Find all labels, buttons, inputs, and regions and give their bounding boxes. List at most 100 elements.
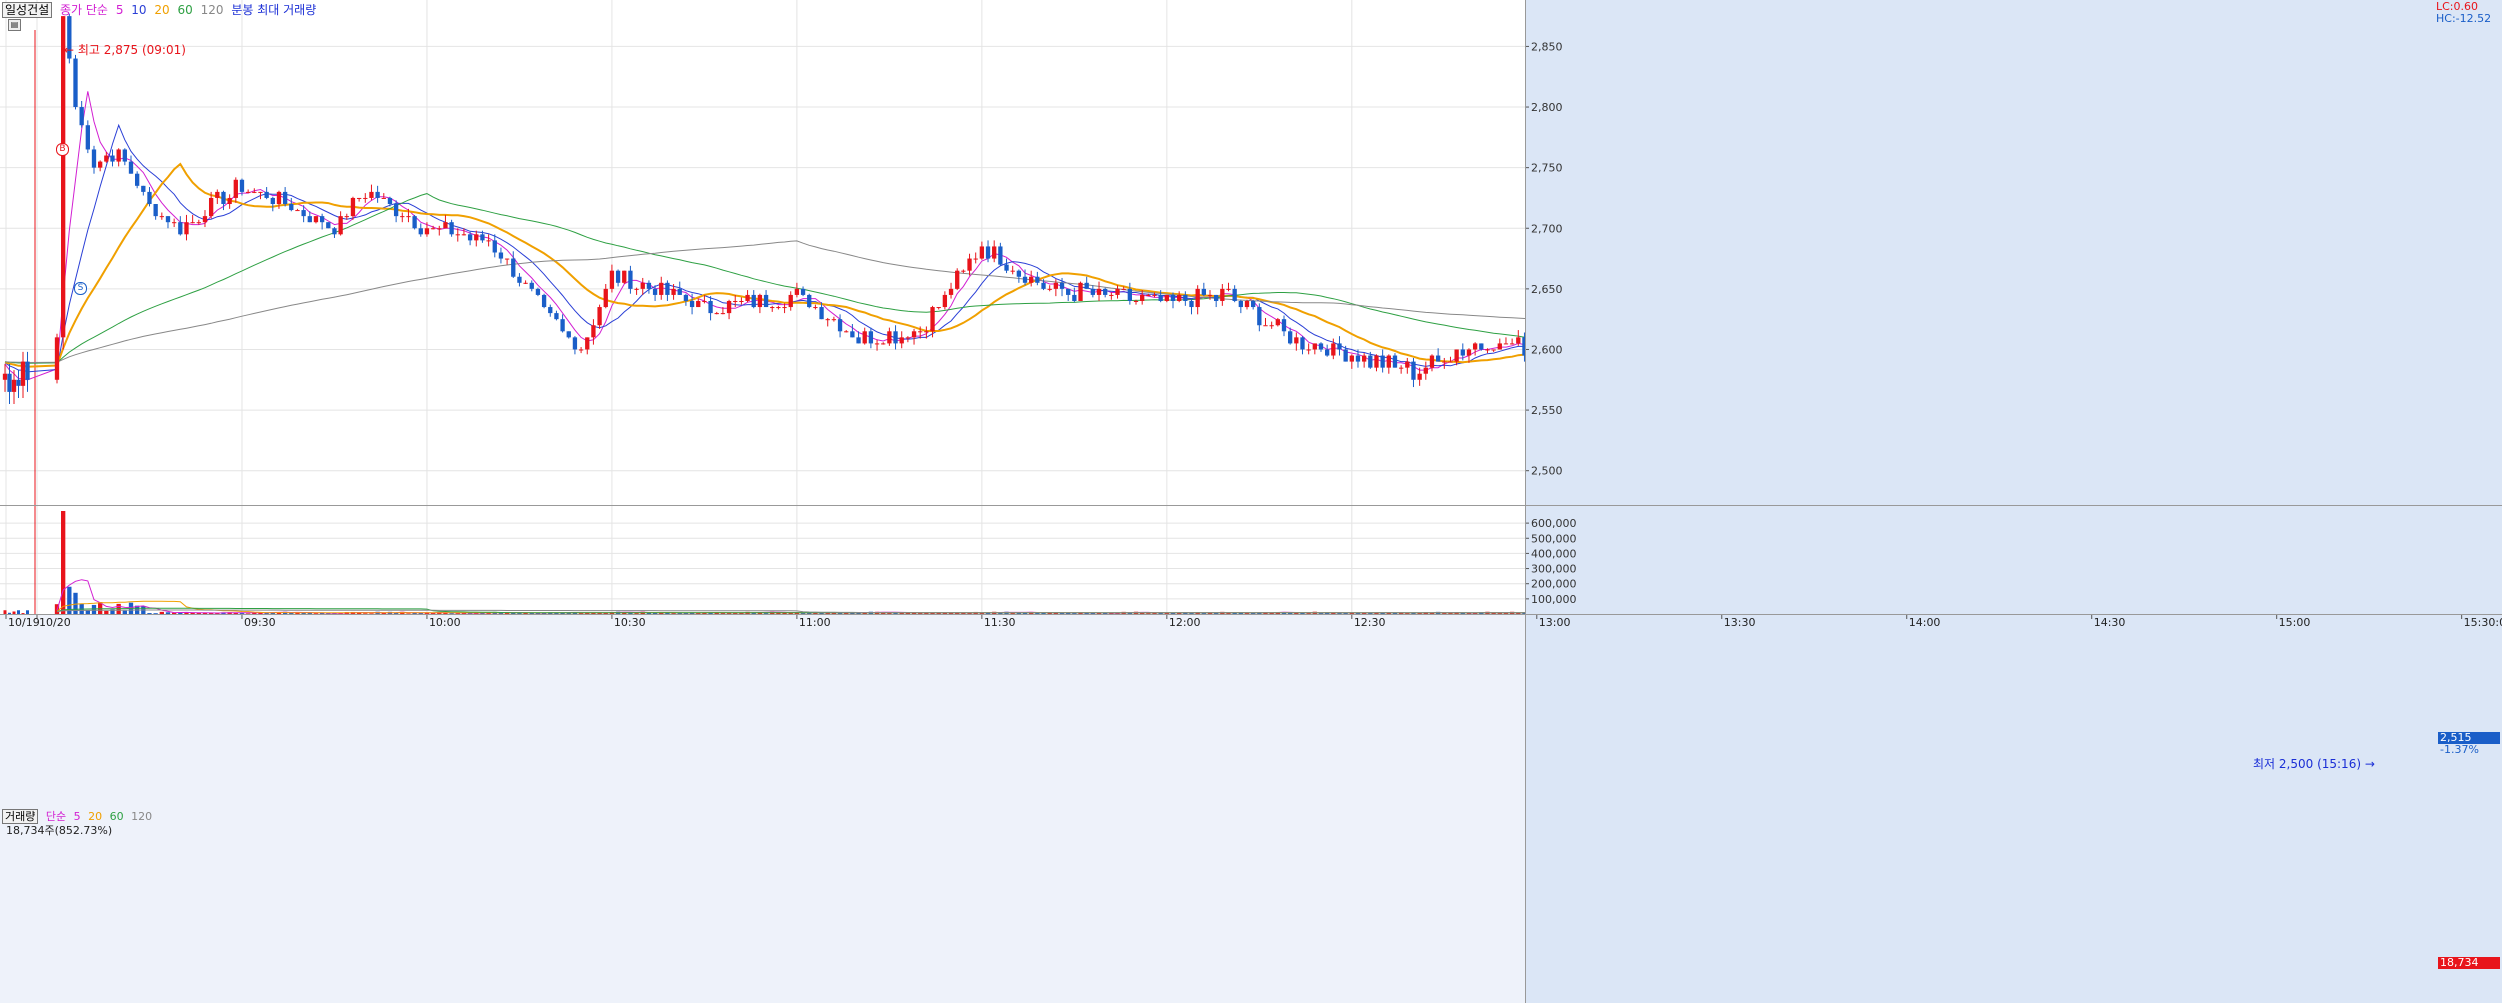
time-tick-label: 10:30 [614,616,646,629]
candle [721,313,725,314]
candle [967,259,971,271]
candle [1048,289,1052,290]
candle [110,156,114,162]
candle [610,271,614,289]
candle [1479,343,1483,349]
candle [135,174,139,186]
candle [1263,325,1267,326]
candle [659,283,663,295]
candle [1029,277,1033,283]
candle [474,234,478,240]
candle [1066,289,1070,295]
candle [486,240,490,241]
candle [1239,301,1243,307]
stock-chart[interactable]: 2,8502,8002,7502,7002,6502,6002,5502,500… [0,0,2502,1003]
volume-bar [104,611,108,614]
candle [708,301,712,313]
candle [431,228,435,229]
candle [462,234,466,235]
candle [1035,277,1039,283]
price-legend: 일성건설 종가 단순 5 10 20 60 120 분봉 최대 거래량 [2,1,320,18]
candle [1399,368,1403,369]
low-label: 최저 2,500 (15:16) [2253,757,2361,771]
candle [1510,343,1514,344]
time-tick-label: 10/20 [39,616,71,629]
candle [320,216,324,222]
candle [1319,343,1323,349]
candle [505,259,509,260]
candle [468,234,472,240]
candle [1103,289,1107,295]
candle [55,337,59,379]
candle [1128,289,1132,301]
candle [7,374,11,392]
candle [147,192,151,204]
candle [992,246,996,258]
candle [1115,289,1119,295]
candle [597,307,601,325]
candle [215,192,219,198]
chart-canvas[interactable]: 2,8502,8002,7502,7002,6502,6002,5502,500… [0,0,2502,1003]
candle [1387,356,1391,368]
candle [116,149,120,161]
candle [406,216,410,217]
candle [1226,289,1230,290]
candle [400,216,404,217]
candle [641,283,645,289]
candle [838,319,842,331]
candle [678,289,682,295]
candle [480,234,484,240]
candle [160,216,164,217]
candle [25,362,29,380]
volume-tick-label: 300,000 [1531,563,1577,576]
candle [813,307,817,308]
volume-bar [1504,613,1508,614]
candle [622,271,626,283]
candle [807,295,811,307]
vol-ma-120: 120 [131,810,152,823]
marker-s[interactable]: S [74,282,87,295]
candle [949,289,953,295]
candle [1380,356,1384,368]
extra-label: 분봉 최대 거래량 [231,3,316,17]
volume-bar [671,613,675,614]
candle [1325,349,1329,355]
candle [918,331,922,332]
candle [1313,343,1317,349]
candle [493,240,497,252]
candle [715,313,719,314]
stock-name[interactable]: 일성건설 [2,2,52,18]
candle [1011,271,1015,272]
volume-tick-label: 500,000 [1531,532,1577,545]
candle [252,192,256,193]
volume-bar [153,613,157,614]
candle [1257,307,1261,325]
volume-bar [1011,613,1015,614]
candle [357,198,361,199]
price-tick-label: 2,750 [1531,162,1563,175]
volume-bar [184,613,188,614]
candle [80,107,84,125]
candle [289,204,293,210]
candle [326,222,330,228]
candle [1356,356,1360,362]
candle [92,149,96,167]
candle [332,228,336,234]
settings-icon[interactable]: ▤ [8,19,21,31]
volume-bar [721,613,725,614]
candle [523,283,527,284]
marker-b[interactable]: B [56,143,69,156]
volume-bar [92,605,96,614]
candle [671,289,675,295]
price-tick-label: 2,650 [1531,283,1563,296]
candle [1183,295,1187,301]
candle [980,246,984,258]
candle [12,380,16,392]
volume-bar [1226,613,1230,614]
time-tick-label: 14:00 [1909,616,1941,629]
candle [893,331,897,343]
candle [1060,283,1064,289]
candle [616,271,620,283]
candle [1251,301,1255,307]
candle [172,222,176,223]
